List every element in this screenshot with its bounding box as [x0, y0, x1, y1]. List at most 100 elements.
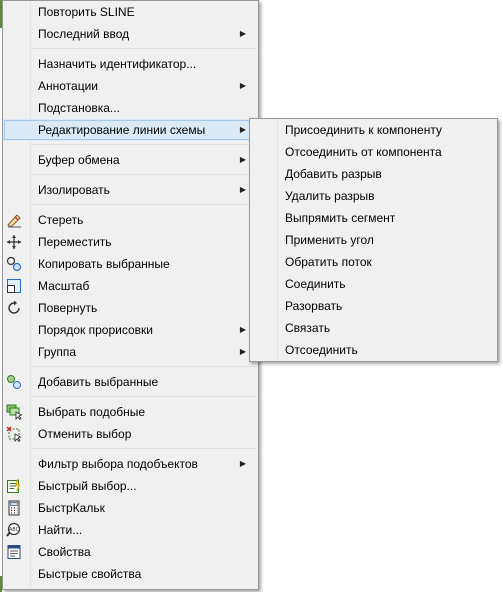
submenu-item-apply-angle[interactable]: Применить угол	[250, 229, 497, 251]
menu-item-deselect[interactable]: Отменить выбор	[3, 423, 258, 445]
deselect-icon	[6, 426, 22, 442]
menu-item-label: Отменить выбор	[38, 427, 132, 441]
submenu-item-reverse-flow[interactable]: Обратить поток	[250, 251, 497, 273]
submenu-item-connect-to-component[interactable]: Присоединить к компоненту	[250, 119, 497, 141]
submenu-item-label: Соединить	[285, 277, 346, 291]
menu-item-label: Группа	[38, 345, 77, 359]
quick-select-icon	[6, 478, 22, 494]
submenu-arrow-icon: ▶	[239, 155, 246, 164]
menu-item-label: Стереть	[38, 213, 84, 227]
menu-item-find[interactable]: ABC Найти...	[3, 519, 258, 541]
move-icon	[6, 234, 22, 250]
submenu-item-disconnect-from-component[interactable]: Отсоединить от компонента	[250, 141, 497, 163]
submenu-item-label: Применить угол	[285, 233, 374, 247]
menu-item-label: Выбрать подобные	[38, 405, 146, 419]
menu-item-label: Быстрый выбор...	[38, 479, 137, 493]
menu-separator	[3, 141, 258, 149]
menu-item-select-similar[interactable]: Выбрать подобные	[3, 401, 258, 423]
svg-text:ABC: ABC	[9, 527, 20, 533]
menu-item-isolate[interactable]: Изолировать ▶	[3, 179, 258, 201]
menu-item-label: Добавить выбранные	[38, 375, 159, 389]
menu-item-scale[interactable]: Масштаб	[3, 275, 258, 297]
menu-item-repeat-sline[interactable]: Повторить SLINE	[3, 1, 258, 23]
find-icon: ABC	[6, 522, 22, 538]
menu-item-properties[interactable]: Свойства	[3, 541, 258, 563]
menu-item-annotations[interactable]: Аннотации ▶	[3, 75, 258, 97]
menu-item-rotate[interactable]: Повернуть	[3, 297, 258, 319]
menu-item-label: Копировать выбранные	[38, 257, 170, 271]
menu-item-schematic-line-edit[interactable]: Редактирование линии схемы ▶	[3, 119, 258, 141]
menu-item-label: Назначить идентификатор...	[38, 57, 197, 71]
menu-item-clipboard[interactable]: Буфер обмена ▶	[3, 149, 258, 171]
submenu-item-label: Связать	[285, 321, 331, 335]
menu-item-label: Свойства	[38, 545, 91, 559]
submenu-item-remove-gap[interactable]: Удалить разрыв	[250, 185, 497, 207]
context-menu: Повторить SLINE Последний ввод ▶ Назначи…	[2, 0, 259, 590]
menu-item-label: Буфер обмена	[38, 153, 120, 167]
menu-item-draw-order[interactable]: Порядок прорисовки ▶	[3, 319, 258, 341]
menu-separator	[3, 171, 258, 179]
menu-item-move[interactable]: Переместить	[3, 231, 258, 253]
menu-separator	[3, 45, 258, 53]
submenu-item-label: Обратить поток	[285, 255, 372, 269]
submenu-item-label: Отсоединить	[285, 343, 358, 357]
select-similar-icon	[6, 404, 22, 420]
menu-item-label: Найти...	[38, 523, 83, 537]
submenu-arrow-icon: ▶	[239, 29, 246, 38]
submenu-item-break[interactable]: Разорвать	[250, 295, 497, 317]
scale-icon	[6, 278, 22, 294]
properties-icon	[6, 544, 22, 560]
menu-item-quick-select[interactable]: Быстрый выбор...	[3, 475, 258, 497]
menu-item-label: Порядок прорисовки	[38, 323, 153, 337]
calculator-icon	[6, 500, 22, 516]
submenu-item-label: Отсоединить от компонента	[285, 145, 442, 159]
submenu-arrow-icon: ▶	[239, 325, 246, 334]
rotate-icon	[6, 300, 22, 316]
submenu-item-label: Разорвать	[285, 299, 343, 313]
menu-item-copy-selected[interactable]: Копировать выбранные	[3, 253, 258, 275]
menu-item-label: Масштаб	[38, 279, 90, 293]
menu-item-assign-tag[interactable]: Назначить идентификатор...	[3, 53, 258, 75]
menu-item-label: Последний ввод	[38, 27, 130, 41]
submenu-item-detach[interactable]: Отсоединить	[250, 339, 497, 361]
submenu-item-join[interactable]: Соединить	[250, 273, 497, 295]
submenu-arrow-icon: ▶	[239, 81, 246, 90]
menu-item-label: БыстрКальк	[38, 501, 105, 515]
menu-item-label: Быстрые свойства	[38, 567, 142, 581]
menu-item-label: Повернуть	[38, 301, 98, 315]
menu-item-label: Фильтр выбора подобъектов	[38, 457, 198, 471]
menu-item-label: Подстановка...	[38, 101, 120, 115]
menu-item-quickcalc[interactable]: БыстрКальк	[3, 497, 258, 519]
submenu-item-label: Удалить разрыв	[285, 189, 375, 203]
menu-item-label: Аннотации	[38, 79, 98, 93]
menu-separator	[3, 363, 258, 371]
add-selected-icon	[6, 374, 22, 390]
copy-icon	[6, 256, 22, 272]
schematic-line-edit-submenu: Присоединить к компоненту Отсоединить от…	[249, 118, 498, 362]
menu-separator	[3, 445, 258, 453]
submenu-item-label: Добавить разрыв	[285, 167, 382, 181]
submenu-item-add-gap[interactable]: Добавить разрыв	[250, 163, 497, 185]
menu-separator	[3, 393, 258, 401]
menu-item-substitution[interactable]: Подстановка...	[3, 97, 258, 119]
submenu-item-label: Присоединить к компоненту	[285, 123, 442, 137]
submenu-arrow-icon: ▶	[239, 459, 246, 468]
submenu-arrow-icon: ▶	[239, 185, 246, 194]
submenu-arrow-icon: ▶	[239, 347, 246, 356]
menu-item-add-selected[interactable]: Добавить выбранные	[3, 371, 258, 393]
menu-item-group[interactable]: Группа ▶	[3, 341, 258, 363]
eraser-icon	[6, 212, 22, 228]
menu-item-erase[interactable]: Стереть	[3, 209, 258, 231]
menu-item-label: Повторить SLINE	[38, 5, 135, 19]
submenu-item-label: Выпрямить сегмент	[285, 211, 396, 225]
menu-item-label: Редактирование линии схемы	[38, 123, 206, 137]
menu-separator	[3, 201, 258, 209]
menu-item-label: Переместить	[38, 235, 112, 249]
menu-item-recent-input[interactable]: Последний ввод ▶	[3, 23, 258, 45]
submenu-item-straighten-segment[interactable]: Выпрямить сегмент	[250, 207, 497, 229]
menu-item-subobject-filter[interactable]: Фильтр выбора подобъектов ▶	[3, 453, 258, 475]
menu-item-quick-properties[interactable]: Быстрые свойства	[3, 563, 258, 585]
menu-item-label: Изолировать	[38, 183, 110, 197]
submenu-arrow-icon: ▶	[239, 125, 246, 134]
submenu-item-link[interactable]: Связать	[250, 317, 497, 339]
